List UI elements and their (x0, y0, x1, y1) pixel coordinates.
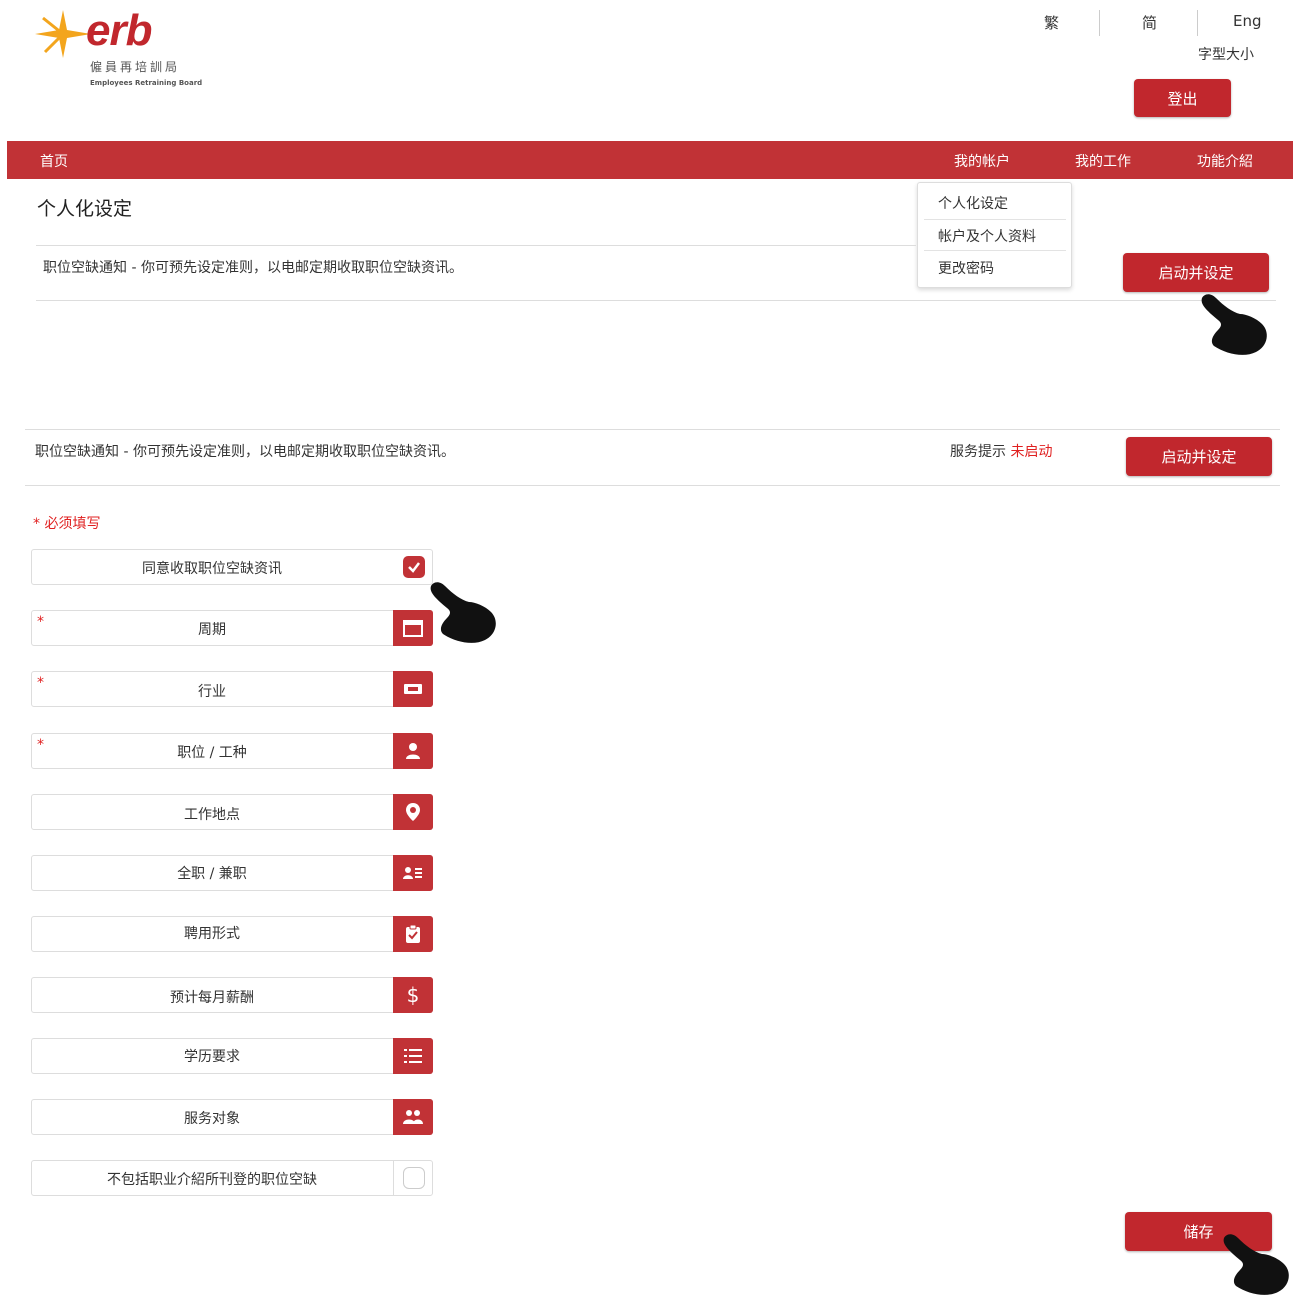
logout-button[interactable]: 登出 (1134, 79, 1231, 117)
job-type-label: 全职 / 兼职 (177, 866, 247, 882)
menu-item-account-profile[interactable]: 帐户及个人资料 (938, 226, 1036, 246)
divider (36, 300, 1276, 301)
consent-label: 同意收取职位空缺资讯 (142, 561, 282, 577)
lang-divider (1197, 10, 1198, 36)
hand-pointer-icon (430, 582, 496, 643)
period-label: 周期 (198, 622, 226, 638)
lang-simplified-link[interactable]: 简 (1142, 12, 1157, 33)
hand-pointer-icon (1201, 294, 1267, 355)
page-title: 个人化设定 (37, 198, 133, 220)
industry-icon[interactable] (393, 671, 433, 707)
clipboard-icon[interactable] (393, 916, 433, 952)
required-note: * 必须填写 (33, 516, 101, 532)
menu-divider (924, 250, 1066, 251)
user-icon[interactable] (393, 733, 433, 769)
exclude-agency-label: 不包括职业介紹所刊登的职位空缺 (107, 1172, 317, 1188)
employment-form-label: 聘用形式 (184, 926, 240, 942)
position-label: 职位 / 工种 (177, 745, 247, 761)
industry-label: 行业 (198, 684, 226, 700)
checkbox-checked-icon[interactable] (403, 556, 425, 578)
menu-item-change-password[interactable]: 更改密码 (938, 258, 994, 278)
job-alert-description: 职位空缺通知 - 你可预先设定准则，以电邮定期收取职位空缺资讯。 (35, 444, 455, 460)
nav-my-account[interactable]: 我的帐户 (954, 151, 1010, 171)
location-label: 工作地点 (184, 807, 240, 823)
lang-english-link[interactable]: Eng (1233, 12, 1262, 30)
service-status: 服务提示 未启动 (950, 441, 1052, 461)
logo-chinese-name: 僱員再培訓局 (90, 60, 181, 74)
service-status-value: 未启动 (1010, 444, 1053, 460)
menu-item-personalization[interactable]: 个人化设定 (938, 193, 1008, 213)
font-size-control[interactable]: 字型大小 (1198, 44, 1254, 64)
checkbox-empty-icon[interactable] (403, 1167, 425, 1189)
divider (25, 429, 1280, 430)
divider (25, 485, 1280, 486)
activate-setup-button[interactable]: 启动并设定 (1126, 437, 1272, 476)
list-icon[interactable] (393, 1038, 433, 1074)
nav-features[interactable]: 功能介紹 (1197, 151, 1253, 171)
logo-star-icon (35, 10, 91, 58)
salary-label: 预计每月薪酬 (170, 990, 254, 1006)
dollar-icon[interactable]: $ (393, 977, 433, 1013)
menu-divider (924, 219, 1066, 220)
hand-pointer-icon (1223, 1234, 1289, 1295)
logo-wordmark: erb (86, 6, 152, 55)
nav-my-jobs[interactable]: 我的工作 (1075, 151, 1131, 171)
activate-setup-button[interactable]: 启动并设定 (1123, 253, 1269, 292)
logo-english-name: Employees Retraining Board (90, 79, 203, 87)
job-alert-description: 职位空缺通知 - 你可预先设定准则，以电邮定期收取职位空缺资讯。 (43, 260, 463, 276)
map-pin-icon[interactable] (393, 794, 433, 830)
users-icon[interactable] (393, 1099, 433, 1135)
lang-divider (1099, 10, 1100, 36)
divider (393, 1160, 394, 1196)
service-status-label: 服务提示 (950, 444, 1006, 460)
id-card-icon[interactable] (393, 855, 433, 891)
divider (36, 245, 916, 246)
education-label: 学历要求 (184, 1049, 240, 1065)
lang-traditional-link[interactable]: 繁 (1044, 12, 1059, 33)
service-target-label: 服务对象 (184, 1111, 240, 1127)
nav-home[interactable]: 首页 (40, 151, 68, 171)
